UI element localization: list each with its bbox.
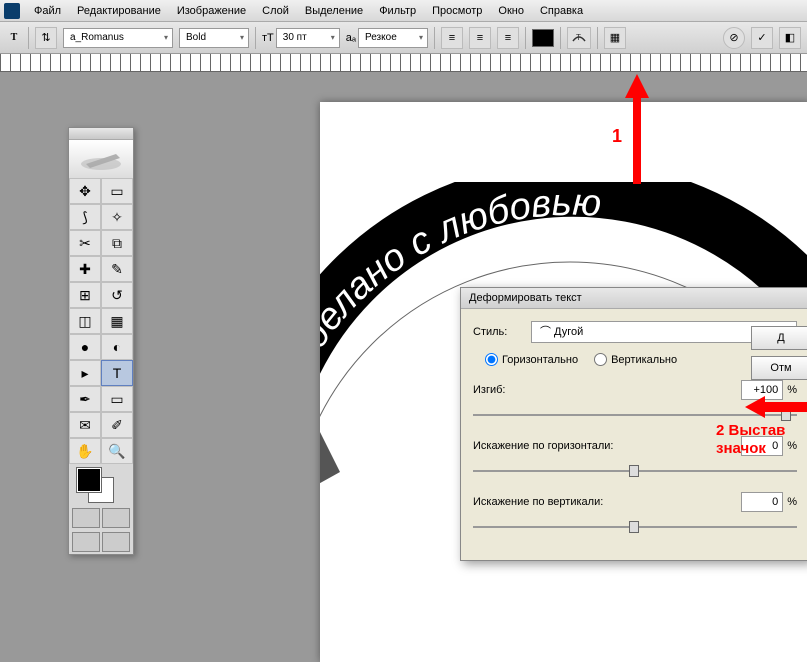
edit-mode-quickmask[interactable] [102, 508, 130, 528]
type-tool[interactable]: T [101, 360, 133, 386]
toolbox-logo [69, 140, 133, 178]
menu-view[interactable]: Просмотр [424, 5, 490, 17]
screen-mode-2[interactable] [102, 532, 130, 552]
menu-image[interactable]: Изображение [169, 5, 254, 17]
foreground-color[interactable] [77, 468, 101, 492]
orientation-toggle[interactable]: ⇅ [35, 27, 57, 49]
font-family-select[interactable]: a_Romanus [63, 28, 173, 48]
align-right[interactable]: ≡ [497, 27, 519, 49]
aa-icon: aₐ [346, 32, 356, 44]
annotation-label-2: 2 Выстав значок [716, 422, 785, 458]
lasso-tool[interactable]: ⟆ [69, 204, 101, 230]
bend-label: Изгиб: [473, 384, 741, 396]
heal-tool[interactable]: ✚ [69, 256, 101, 282]
workspace: Сделано с любовью ✥ ▭ ⟆ ✧ ✂ ⧉ ✚ ✎ ⊞ ↺ ◫ … [0, 72, 807, 625]
gradient-tool[interactable]: ▦ [101, 308, 133, 334]
extra-button[interactable]: ◧ [779, 27, 801, 49]
menu-layer[interactable]: Слой [254, 5, 297, 17]
palette-toggle[interactable]: ▦ [604, 27, 626, 49]
menu-window[interactable]: Окно [490, 5, 532, 17]
font-weight-select[interactable]: Bold [179, 28, 249, 48]
screen-mode-1[interactable] [72, 532, 100, 552]
orient-vertical[interactable]: Вертикально [594, 353, 677, 366]
vdist-label: Искажение по вертикали: [473, 496, 741, 508]
edit-mode-standard[interactable] [72, 508, 100, 528]
brush-tool[interactable]: ✎ [101, 256, 133, 282]
eraser-tool[interactable]: ◫ [69, 308, 101, 334]
antialias-select[interactable]: Резкое [358, 28, 428, 48]
pen-tool[interactable]: ✒ [69, 386, 101, 412]
menu-bar: Файл Редактирование Изображение Слой Выд… [0, 0, 807, 22]
toolbox: ✥ ▭ ⟆ ✧ ✂ ⧉ ✚ ✎ ⊞ ↺ ◫ ▦ ● ◐ ▸ T ✒ ▭ ✉ ✐ … [68, 127, 134, 555]
shape-tool[interactable]: ▭ [101, 386, 133, 412]
text-tool-indicator: T [6, 30, 22, 46]
app-icon [4, 3, 20, 19]
text-color-swatch[interactable] [532, 29, 554, 47]
pct-label: % [787, 384, 797, 396]
wand-tool[interactable]: ✧ [101, 204, 133, 230]
size-icon: тТ [262, 32, 274, 44]
ok-button[interactable]: Д [751, 326, 807, 350]
path-tool[interactable]: ▸ [69, 360, 101, 386]
cancel-button[interactable]: Отм [751, 356, 807, 380]
menu-select[interactable]: Выделение [297, 5, 371, 17]
cancel-edit[interactable]: ⊘ [723, 27, 745, 49]
annotation-label-1: 1 [612, 126, 622, 147]
marquee-tool[interactable]: ▭ [101, 178, 133, 204]
bend-input[interactable] [741, 380, 783, 400]
toolbox-grip[interactable] [69, 128, 133, 140]
vdist-slider[interactable] [473, 518, 797, 536]
move-tool[interactable]: ✥ [69, 178, 101, 204]
menu-filter[interactable]: Фильтр [371, 5, 424, 17]
menu-file[interactable]: Файл [26, 5, 69, 17]
stamp-tool[interactable]: ⊞ [69, 282, 101, 308]
align-center[interactable]: ≡ [469, 27, 491, 49]
blur-tool[interactable]: ● [69, 334, 101, 360]
svg-text:T: T [576, 33, 581, 42]
slice-tool[interactable]: ⧉ [101, 230, 133, 256]
vdist-input[interactable] [741, 492, 783, 512]
menu-help[interactable]: Справка [532, 5, 591, 17]
style-label: Стиль: [473, 326, 523, 338]
warp-text-button[interactable]: T [567, 27, 591, 49]
crop-tool[interactable]: ✂ [69, 230, 101, 256]
hdist-label: Искажение по горизонтали: [473, 440, 741, 452]
orient-horizontal[interactable]: Горизонтально [485, 353, 578, 366]
commit-edit[interactable]: ✓ [751, 27, 773, 49]
hdist-slider[interactable] [473, 462, 797, 480]
font-size-select[interactable]: 30 пт [276, 28, 340, 48]
hand-tool[interactable]: ✋ [69, 438, 101, 464]
ruler-horizontal [0, 54, 807, 72]
menu-edit[interactable]: Редактирование [69, 5, 169, 17]
notes-tool[interactable]: ✉ [69, 412, 101, 438]
color-swatches [69, 464, 133, 506]
history-brush-tool[interactable]: ↺ [101, 282, 133, 308]
dodge-tool[interactable]: ◐ [101, 334, 133, 360]
align-left[interactable]: ≡ [441, 27, 463, 49]
eyedropper-tool[interactable]: ✐ [101, 412, 133, 438]
dialog-title[interactable]: Деформировать текст [461, 288, 807, 309]
options-bar: T ⇅ a_Romanus Bold тТ 30 пт aₐ Резкое ≡ … [0, 22, 807, 54]
zoom-tool[interactable]: 🔍 [101, 438, 133, 464]
